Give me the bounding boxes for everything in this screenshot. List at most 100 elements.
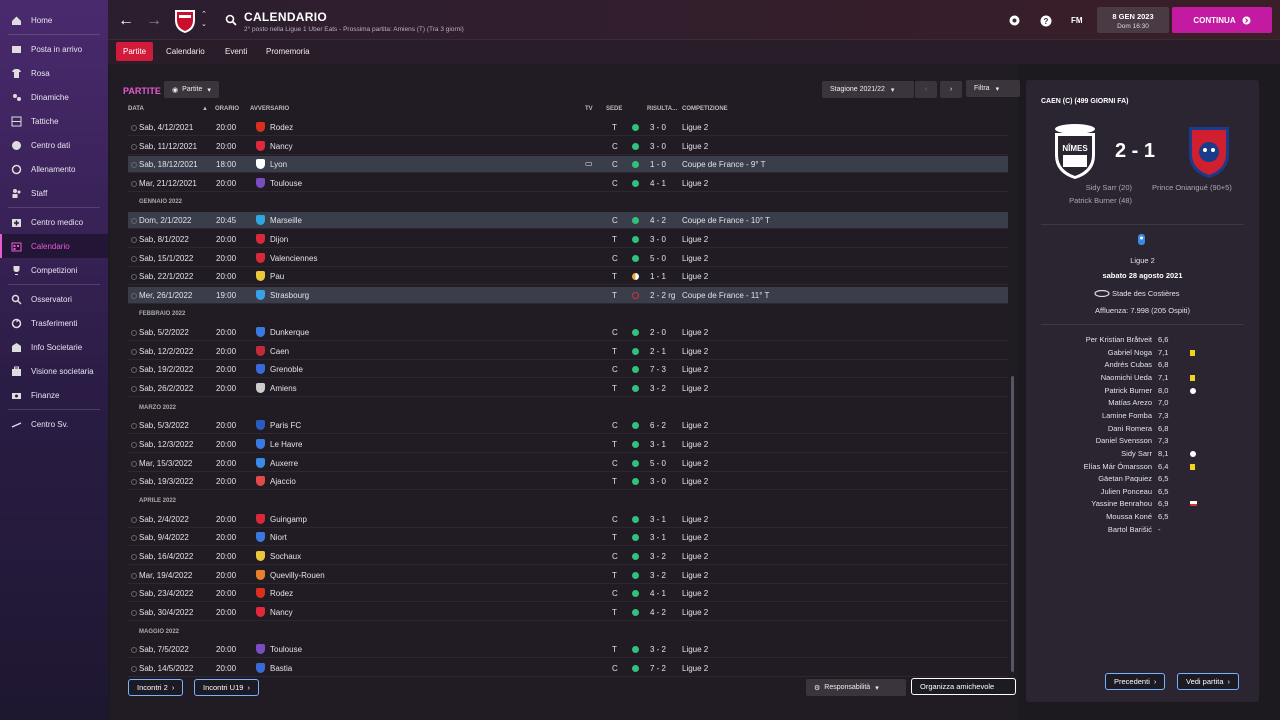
match-result[interactable]: 1 - 0 xyxy=(650,160,666,169)
opponent-name[interactable]: Dijon xyxy=(270,235,288,244)
player-row[interactable]: Elías Már Ómarsson 6,4 xyxy=(1040,462,1240,474)
opponent-name[interactable]: Bastia xyxy=(270,664,292,673)
scrollbar[interactable] xyxy=(1011,376,1014,672)
player-row[interactable]: Per Kristian Bråtveit 6,6 xyxy=(1040,335,1240,347)
player-row[interactable]: Matías Arezo 7,0 xyxy=(1040,398,1240,410)
match-competition[interactable]: Ligue 2 xyxy=(1041,256,1244,265)
sidebar-item-inbox[interactable]: Posta in arrivo xyxy=(0,37,108,61)
match-competition[interactable]: Ligue 2 xyxy=(682,123,708,132)
sidebar-item-finances[interactable]: Finanze xyxy=(0,383,108,407)
match-competition[interactable]: Ligue 2 xyxy=(682,328,708,337)
match-competition[interactable]: Coupe de France - 9° T xyxy=(682,160,766,169)
sidebar-item-development[interactable]: Centro Sv. xyxy=(0,412,108,436)
tab-eventi[interactable]: Eventi xyxy=(218,42,254,61)
player-row[interactable]: Sidy Sarr 8,1 xyxy=(1040,449,1240,461)
opponent-name[interactable]: Rodez xyxy=(270,589,293,598)
view-dropdown[interactable]: ◉ Partite ▾ xyxy=(164,81,219,98)
match-result[interactable]: 3 - 2 xyxy=(650,571,666,580)
match-result[interactable]: 7 - 2 xyxy=(650,664,666,673)
column-tv[interactable]: TV xyxy=(585,106,593,112)
opponent-name[interactable]: Paris FC xyxy=(270,421,301,430)
match-result[interactable]: 3 - 1 xyxy=(650,515,666,524)
table-row[interactable]: Sab, 2/4/2022 20:00 Guingamp C 3 - 1 Ligue 2 xyxy=(128,511,1008,528)
player-row[interactable]: Yassine Benrahou 6,9 xyxy=(1040,499,1240,511)
match-competition[interactable]: Ligue 2 xyxy=(682,179,708,188)
tab-promemoria[interactable]: Promemoria xyxy=(259,42,317,61)
match-competition[interactable]: Ligue 2 xyxy=(682,589,708,598)
table-row[interactable]: Sab, 26/2/2022 20:00 Amiens T 3 - 2 Ligue 2 xyxy=(128,380,1008,397)
sidebar-item-dynamics[interactable]: Dinamiche xyxy=(0,85,108,109)
sidebar-item-squad[interactable]: Rosa xyxy=(0,61,108,85)
sidebar-item-transfers[interactable]: Trasferimenti xyxy=(0,311,108,335)
table-row[interactable]: Sab, 5/3/2022 20:00 Paris FC C 6 - 2 Ligue 2 xyxy=(128,417,1008,434)
view-match-button[interactable]: Vedi partita › xyxy=(1177,673,1240,690)
match-result[interactable]: 3 - 2 xyxy=(650,645,666,654)
opponent-name[interactable]: Nancy xyxy=(270,608,293,617)
player-row[interactable]: Bartol Barišić - xyxy=(1040,525,1240,537)
date-box[interactable]: 8 GEN 2023 Dom 16:30 xyxy=(1097,7,1169,33)
column-opponent[interactable]: AVVERSARIO xyxy=(250,106,289,112)
column-competition[interactable]: COMPETIZIONE xyxy=(682,106,728,112)
opponent-name[interactable]: Lyon xyxy=(270,160,287,169)
sidebar-item-tactics[interactable]: Tattiche xyxy=(0,109,108,133)
opponent-name[interactable]: Valenciennes xyxy=(270,254,317,263)
club-crest-icon[interactable] xyxy=(172,6,198,34)
opponent-name[interactable]: Le Havre xyxy=(270,440,302,449)
table-row[interactable]: Mar, 21/12/2021 20:00 Toulouse C 4 - 1 Ligue … xyxy=(128,175,1008,192)
match-competition[interactable]: Ligue 2 xyxy=(682,459,708,468)
match-competition[interactable]: Coupe de France - 11° T xyxy=(682,291,769,300)
match-result[interactable]: 3 - 2 xyxy=(650,552,666,561)
opponent-name[interactable]: Ajaccio xyxy=(270,477,296,486)
chevron-up-icon[interactable]: ⌃ xyxy=(201,10,207,18)
player-row[interactable]: Moussa Koné 6,5 xyxy=(1040,512,1240,524)
match-result[interactable]: 4 - 1 xyxy=(650,179,666,188)
opponent-name[interactable]: Sochaux xyxy=(270,552,301,561)
table-row[interactable]: Sab, 4/12/2021 20:00 Rodez T 3 - 0 Ligue 2 xyxy=(128,119,1008,136)
table-row[interactable]: Sab, 19/2/2022 20:00 Grenoble C 7 - 3 Ligue 2 xyxy=(128,361,1008,378)
column-time[interactable]: ORARIO xyxy=(215,106,239,112)
help-icon[interactable]: ? xyxy=(1040,15,1052,27)
table-row[interactable]: Sab, 11/12/2021 20:00 Nancy C 3 - 0 Ligue 2 xyxy=(128,138,1008,155)
match-competition[interactable]: Ligue 2 xyxy=(682,664,708,673)
match-competition[interactable]: Ligue 2 xyxy=(682,365,708,374)
match-result[interactable]: 3 - 0 xyxy=(650,235,666,244)
sidebar-item-training[interactable]: Allenamento xyxy=(0,157,108,181)
sidebar-item-calendar[interactable]: Calendario xyxy=(0,234,108,258)
match-result[interactable]: 2 - 0 xyxy=(650,328,666,337)
table-row[interactable]: Mar, 15/3/2022 20:00 Auxerre C 5 - 0 Ligue 2 xyxy=(128,455,1008,472)
match-result[interactable]: 6 - 2 xyxy=(650,421,666,430)
opponent-name[interactable]: Toulouse xyxy=(270,645,302,654)
match-result[interactable]: 3 - 0 xyxy=(650,477,666,486)
table-row[interactable]: Sab, 8/1/2022 20:00 Dijon T 3 - 0 Ligue 2 xyxy=(128,231,1008,248)
table-row[interactable]: Sab, 23/4/2022 20:00 Rodez C 4 - 1 Ligue 2 xyxy=(128,585,1008,602)
table-row[interactable]: Sab, 12/3/2022 20:00 Le Havre T 3 - 1 Ligue 2 xyxy=(128,436,1008,453)
back-arrow-icon[interactable]: ← xyxy=(118,12,134,30)
sidebar-item-competitions[interactable]: Competizioni xyxy=(0,258,108,282)
match-result[interactable]: 1 - 1 xyxy=(650,272,666,281)
opponent-name[interactable]: Grenoble xyxy=(270,365,303,374)
table-row[interactable]: Sab, 12/2/2022 20:00 Caen T 2 - 1 Ligue 2 xyxy=(128,343,1008,360)
forward-arrow-icon[interactable]: → xyxy=(146,12,162,30)
match-competition[interactable]: Coupe de France - 10° T xyxy=(682,216,770,225)
tab-partite[interactable]: Partite xyxy=(116,42,154,61)
table-row[interactable]: Sab, 9/4/2022 20:00 Niort T 3 - 1 Ligue 2 xyxy=(128,529,1008,546)
match-result[interactable]: 3 - 1 xyxy=(650,533,666,542)
organize-friendly-button[interactable]: Organizza amichevole xyxy=(911,678,1016,695)
match-competition[interactable]: Ligue 2 xyxy=(682,272,708,281)
match-competition[interactable]: Ligue 2 xyxy=(682,421,708,430)
table-row[interactable]: Sab, 7/5/2022 20:00 Toulouse T 3 - 2 Ligue 2 xyxy=(128,641,1008,658)
table-row[interactable]: Mer, 26/1/2022 19:00 Strasbourg T 2 - 2 rg Co… xyxy=(128,287,1008,304)
table-row[interactable]: Dom, 2/1/2022 20:45 Marseille C 4 - 2 Coupe d… xyxy=(128,212,1008,229)
match-result[interactable]: 4 - 2 xyxy=(650,216,666,225)
player-row[interactable]: Julien Ponceau 6,5 xyxy=(1040,487,1240,499)
match-result[interactable]: 2 - 1 xyxy=(650,347,666,356)
responsibility-dropdown[interactable]: ⚙ Responsabilità ▾ xyxy=(806,679,906,696)
player-row[interactable]: Lamine Fomba 7,3 xyxy=(1040,411,1240,423)
table-row[interactable]: Sab, 30/4/2022 20:00 Nancy T 4 - 2 Ligue 2 xyxy=(128,604,1008,621)
opponent-name[interactable]: Auxerre xyxy=(270,459,298,468)
opponent-name[interactable]: Toulouse xyxy=(270,179,302,188)
search-icon[interactable] xyxy=(225,14,237,26)
tab-calendario[interactable]: Calendario xyxy=(159,42,212,61)
player-row[interactable]: Andrés Cubas 6,8 xyxy=(1040,360,1240,372)
table-row[interactable]: Sab, 14/5/2022 20:00 Bastia C 7 - 2 Ligue 2 xyxy=(128,660,1008,677)
